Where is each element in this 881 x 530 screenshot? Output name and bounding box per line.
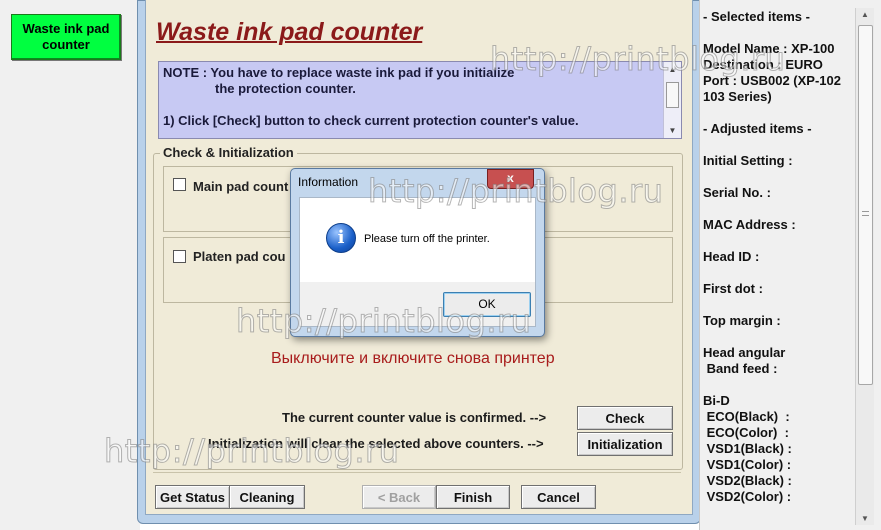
waste-ink-button-label: Waste ink pad counter (22, 21, 110, 52)
get-status-label: Get Status (159, 489, 225, 505)
grip-icon (862, 211, 869, 216)
scroll-up-icon[interactable]: ▲ (856, 10, 874, 19)
divider (153, 472, 681, 473)
main-pad-checkbox[interactable] (173, 178, 186, 191)
head-angular: Head angular Band feed : (703, 345, 786, 376)
platen-pad-label: Platen pad cou (193, 249, 286, 264)
note-line-3: 1) Click [Check] button to check current… (163, 113, 579, 128)
selected-items-header: - Selected items - (703, 9, 810, 24)
right-info-panel: - Selected items - Model Name : XP-100 D… (699, 0, 881, 530)
cancel-label: Cancel (537, 489, 580, 505)
right-scrollbar[interactable]: ▲ ▼ (855, 8, 874, 525)
check-button-label: Check (605, 410, 645, 426)
waste-ink-pad-counter-button[interactable]: Waste ink pad counter (11, 14, 121, 60)
note-line-2: the protection counter. (215, 81, 356, 96)
initial-setting: Initial Setting : (703, 153, 793, 168)
scroll-thumb[interactable] (858, 25, 873, 385)
mac-address: MAC Address : (703, 217, 796, 232)
group-label: Check & Initialization (160, 145, 297, 160)
serial-no: Serial No. : (703, 185, 771, 200)
head-id: Head ID : (703, 249, 760, 264)
bid-values: Bi-D ECO(Black) : ECO(Color) : VSD1(Blac… (703, 393, 792, 504)
watermark: http://printblog.ru (367, 172, 664, 211)
get-status-button[interactable]: Get Status (155, 485, 230, 509)
scroll-down-icon[interactable]: ▼ (664, 123, 681, 138)
watermark: http://printblog.ru (489, 40, 786, 79)
info-icon: i (326, 223, 356, 253)
dialog-message: Please turn off the printer. (364, 233, 490, 245)
first-dot: First dot : (703, 281, 763, 296)
initialization-button-label: Initialization (587, 436, 663, 452)
initialization-button[interactable]: Initialization (577, 432, 673, 456)
top-margin: Top margin : (703, 313, 781, 328)
dialog-title: Information (298, 175, 359, 189)
watermark: http://printblog.ru (103, 432, 400, 471)
check-button[interactable]: Check (577, 406, 673, 430)
cleaning-button[interactable]: Cleaning (229, 485, 305, 509)
finish-label: Finish (453, 489, 493, 505)
cancel-button[interactable]: Cancel (521, 485, 596, 509)
back-label: < Back (377, 489, 421, 505)
note-line-1: NOTE : You have to replace waste ink pad… (163, 65, 515, 80)
platen-pad-checkbox[interactable] (173, 250, 186, 263)
page-title: Waste ink pad counter (156, 18, 423, 46)
cleaning-label: Cleaning (239, 489, 295, 505)
confirmed-text: The current counter value is confirmed. … (282, 410, 547, 425)
finish-button[interactable]: Finish (436, 485, 510, 509)
russian-notice: Выключите и включите снова принтер (271, 350, 555, 367)
main-pad-label: Main pad count (193, 179, 289, 194)
scroll-thumb[interactable] (666, 82, 679, 108)
back-button[interactable]: < Back (362, 485, 436, 509)
scroll-down-icon[interactable]: ▼ (856, 514, 874, 523)
adjusted-items-header: - Adjusted items - (703, 121, 812, 136)
watermark: http://printblog.ru (235, 302, 532, 341)
dialog-body: i Please turn off the printer. (299, 197, 536, 284)
